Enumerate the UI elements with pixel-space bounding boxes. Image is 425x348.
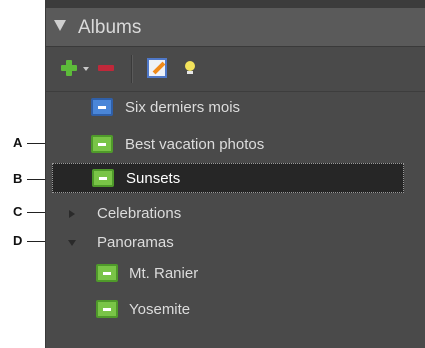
- minus-icon[interactable]: [98, 65, 114, 71]
- dropdown-icon[interactable]: [83, 67, 89, 71]
- album-label: Six derniers mois: [125, 99, 241, 116]
- album-icon: [96, 264, 118, 282]
- album-label: Sunsets: [126, 170, 181, 187]
- album-label: Mt. Ranier: [129, 265, 199, 282]
- expanded-triangle-icon[interactable]: [68, 240, 76, 246]
- album-group-celebrations[interactable]: Celebrations: [46, 200, 425, 228]
- album-group-label: Celebrations: [97, 205, 182, 222]
- album-icon: [92, 169, 114, 187]
- panel-top-strip: [46, 0, 425, 8]
- albums-panel: Albums Six derniers mois Best vacation p…: [45, 0, 425, 348]
- collapsed-triangle-icon[interactable]: [69, 210, 75, 218]
- toolbar-divider: [131, 55, 133, 83]
- callout-b: B: [13, 171, 23, 186]
- callout-c: C: [13, 204, 23, 219]
- collapse-panel-icon[interactable]: [54, 20, 66, 31]
- album-item-yosemite[interactable]: Yosemite: [46, 296, 425, 324]
- callout-d: D: [13, 233, 23, 248]
- album-label: Yosemite: [129, 301, 191, 318]
- album-label: Best vacation photos: [125, 136, 265, 153]
- lightbulb-icon[interactable]: [184, 61, 196, 75]
- album-group-label: Panoramas: [97, 234, 174, 251]
- album-icon: [91, 135, 113, 153]
- panel-title: Albums: [78, 17, 142, 38]
- album-item-mt-ranier[interactable]: Mt. Ranier: [46, 260, 425, 288]
- callout-a: A: [13, 135, 23, 150]
- album-item-best-vacation-photos[interactable]: Best vacation photos: [46, 131, 425, 159]
- edit-icon[interactable]: [147, 58, 167, 78]
- albums-panel-header[interactable]: Albums: [46, 8, 425, 47]
- album-item-six-derniers-mois[interactable]: Six derniers mois: [46, 94, 425, 122]
- album-group-panoramas[interactable]: Panoramas: [46, 229, 425, 257]
- album-icon: [91, 98, 113, 116]
- albums-toolbar: [46, 47, 425, 92]
- album-item-sunsets[interactable]: Sunsets: [52, 163, 404, 193]
- album-icon: [96, 300, 118, 318]
- plus-icon[interactable]: [61, 60, 77, 76]
